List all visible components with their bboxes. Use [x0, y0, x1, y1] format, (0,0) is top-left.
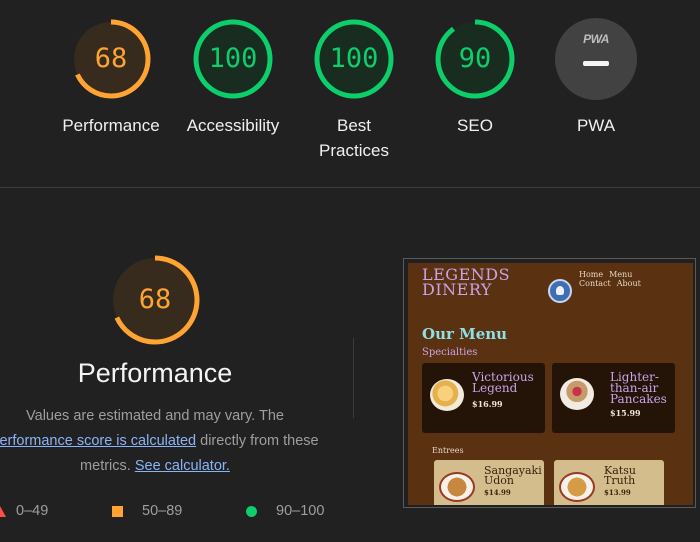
pwa-badge-text: PWA — [583, 32, 609, 46]
nav-home: Home — [579, 270, 604, 279]
performance-gauge: 68 — [108, 253, 202, 347]
site-nav: Home Menu Contact About — [579, 270, 647, 288]
see-calculator-link[interactable]: See calculator. — [135, 458, 230, 474]
section-divider — [0, 187, 700, 188]
gauge-accessibility[interactable]: 100 Accessibility — [173, 18, 293, 138]
legend-average: 50–89 — [142, 503, 183, 519]
gauge-label: Performance — [62, 116, 160, 135]
nav-about: About — [616, 279, 641, 288]
gauge-seo[interactable]: 90 SEO — [415, 18, 535, 138]
score-value: 100 — [329, 43, 379, 74]
entree-card: Sangayaki Udon $14.99 — [434, 460, 544, 505]
legend-pass: 90–100 — [276, 503, 325, 519]
dish-image-icon — [430, 379, 464, 411]
entrees-heading: Entrees — [432, 446, 464, 455]
gauge-performance[interactable]: 68 Performance — [51, 18, 171, 138]
dish-name-line: Truth — [604, 474, 636, 487]
gauge-label: Accessibility — [186, 116, 280, 135]
nav-contact: Contact — [579, 279, 611, 288]
screenshot-content: LEGENDS DINERY Home Menu Contact About Our… — [408, 263, 693, 505]
dish-name-line: Udon — [484, 474, 515, 487]
specialties-heading: Specialties — [422, 347, 478, 358]
score-calculated-link[interactable]: performance score is calculated — [0, 433, 196, 449]
menu-title: Our Menu — [422, 325, 508, 343]
performance-score: 68 — [138, 284, 172, 315]
score-ring: 68 — [70, 18, 152, 100]
nav-menu: Menu — [609, 270, 633, 279]
dish-price: $14.99 — [484, 488, 511, 497]
dish-name-line: Legend — [472, 381, 518, 395]
gauge-pwa[interactable]: PWA PWA — [536, 18, 656, 138]
average-square-icon — [112, 506, 123, 517]
brand-line: DINERY — [422, 280, 492, 299]
site-brand: LEGENDS DINERY — [422, 267, 510, 299]
score-value: 100 — [208, 43, 258, 74]
dish-name: Victorious Legend — [472, 371, 534, 395]
pwa-dash-icon — [583, 61, 609, 66]
entree-card: Katsu Truth $13.99 — [554, 460, 664, 505]
gauge-label: Best Practices — [319, 116, 389, 160]
pass-circle-icon — [246, 506, 257, 517]
legend-fail: 0–49 — [16, 503, 49, 519]
dish-name: Lighter- than-air Pancakes — [610, 371, 667, 406]
specialty-card: Lighter- than-air Pancakes $15.99 — [552, 363, 675, 433]
desc-text: metrics. — [80, 458, 131, 474]
gauge-label: PWA — [576, 116, 616, 135]
performance-heading: Performance — [77, 358, 233, 388]
score-ring: 100 — [192, 18, 274, 100]
score-value: 68 — [94, 43, 128, 74]
dish-name: Sangayaki Udon — [484, 465, 542, 487]
dish-name-line: Pancakes — [610, 392, 667, 406]
category-scores: 68 Performance 100 Accessibility 100 Bes… — [0, 0, 700, 188]
score-legend: 0–49 50–89 90–100 — [0, 502, 350, 522]
specialty-card: Victorious Legend $16.99 — [422, 363, 545, 433]
bowl-image-icon — [439, 472, 475, 502]
site-logo-icon — [548, 279, 572, 303]
desc-text: directly from these — [200, 433, 319, 449]
performance-description: Values are estimated and may vary. The p… — [0, 404, 330, 479]
dish-name: Katsu Truth — [604, 465, 636, 487]
gauge-label: SEO — [457, 116, 493, 135]
dish-image-icon — [560, 378, 594, 410]
page-screenshot-thumbnail[interactable]: LEGENDS DINERY Home Menu Contact About Our… — [403, 258, 696, 508]
score-ring: 100 — [313, 18, 395, 100]
score-ring: 90 — [434, 18, 516, 100]
dish-price: $15.99 — [610, 408, 641, 418]
desc-text: Values are estimated and may vary. The — [26, 408, 284, 424]
dish-price: $16.99 — [472, 399, 503, 409]
vertical-divider — [353, 338, 354, 418]
pwa-badge: PWA — [555, 18, 637, 100]
fail-triangle-icon — [0, 506, 6, 517]
dish-price: $13.99 — [604, 488, 631, 497]
score-value: 90 — [458, 43, 492, 74]
gauge-best-practices[interactable]: 100 Best Practices — [294, 18, 414, 163]
bowl-image-icon — [559, 472, 595, 502]
